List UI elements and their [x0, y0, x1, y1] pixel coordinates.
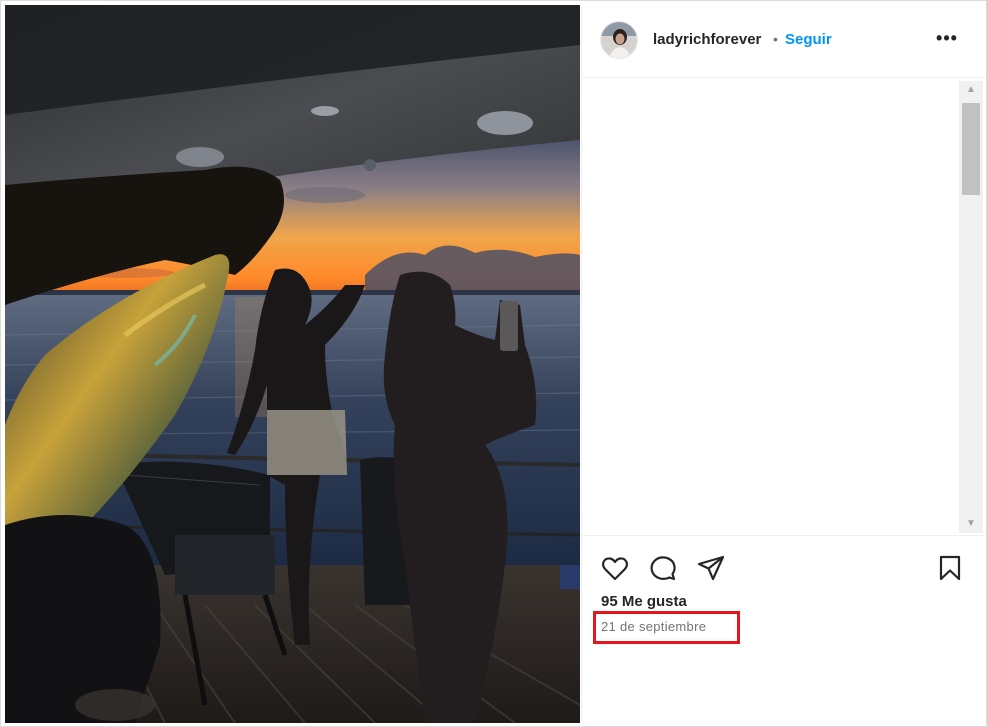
- scroll-up-arrow-icon[interactable]: ▲: [959, 81, 983, 99]
- comment-bubble-icon[interactable]: [648, 553, 678, 583]
- paper-plane-icon[interactable]: [696, 553, 726, 583]
- comments-area[interactable]: [582, 79, 985, 535]
- avatar[interactable]: [600, 21, 638, 59]
- post-date[interactable]: 21 de septiembre: [601, 619, 706, 634]
- bookmark-icon[interactable]: [935, 553, 965, 583]
- avatar-image: [601, 22, 637, 58]
- scroll-thumb[interactable]: [962, 103, 980, 195]
- separator-dot: •: [773, 31, 778, 47]
- heart-icon[interactable]: [600, 553, 630, 583]
- more-options-icon[interactable]: •••: [932, 27, 962, 53]
- likes-count[interactable]: 95 Me gusta: [601, 593, 687, 610]
- username-link[interactable]: ladyrichforever: [653, 31, 761, 48]
- post-header: ladyrichforever • Seguir •••: [582, 5, 985, 78]
- comments-scrollbar[interactable]: ▲ ▼: [959, 81, 983, 533]
- follow-button[interactable]: Seguir: [785, 31, 832, 48]
- post-side-panel: ladyrichforever • Seguir ••• ▲ ▼ 95 Me g…: [581, 5, 985, 723]
- post-photo[interactable]: [5, 5, 580, 723]
- post-actions: 95 Me gusta 21 de septiembre: [582, 535, 985, 723]
- post-window: ladyrichforever • Seguir ••• ▲ ▼ 95 Me g…: [0, 0, 987, 727]
- scroll-down-arrow-icon[interactable]: ▼: [959, 515, 983, 533]
- sunset-yacht-photo: [5, 5, 580, 723]
